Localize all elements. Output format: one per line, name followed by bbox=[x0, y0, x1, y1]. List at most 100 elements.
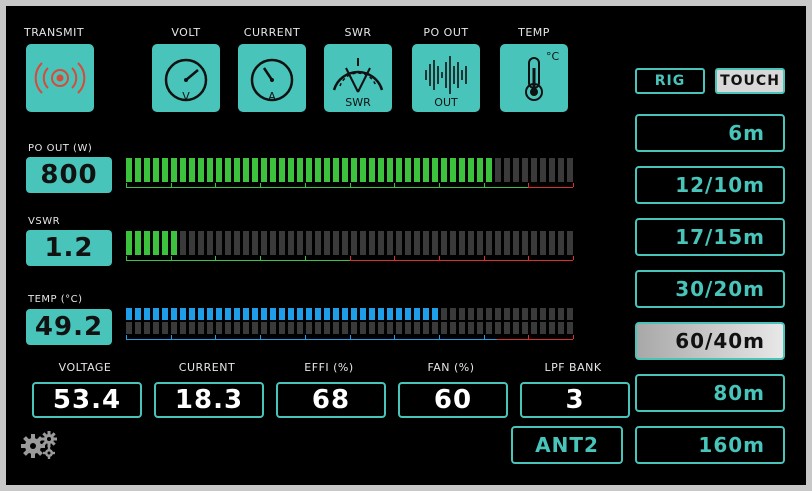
meter-segment bbox=[513, 308, 519, 320]
po-out-label: PO OUT bbox=[423, 26, 469, 39]
meter-segment bbox=[405, 231, 411, 255]
gears-icon[interactable] bbox=[20, 430, 60, 460]
meter-segment bbox=[567, 308, 573, 320]
meter-segment bbox=[333, 231, 339, 255]
meter-scale-line bbox=[350, 260, 573, 261]
meter-segment bbox=[468, 308, 474, 320]
meter-segment bbox=[297, 322, 303, 334]
vswr-value: 1.2 bbox=[26, 230, 112, 266]
meter-segment bbox=[243, 322, 249, 334]
transmit-button[interactable] bbox=[26, 44, 94, 112]
meter-segment bbox=[567, 231, 573, 255]
meter-segment bbox=[252, 231, 258, 255]
meter-segment bbox=[387, 308, 393, 320]
meter-segment bbox=[126, 322, 132, 334]
band-label: 160m bbox=[698, 433, 765, 457]
meter-segment bbox=[225, 158, 231, 182]
temp-button[interactable]: °C bbox=[500, 44, 568, 112]
lpf-bank-readout: 3 bbox=[520, 382, 630, 418]
meter-tick bbox=[528, 256, 529, 260]
meter-segment bbox=[558, 308, 564, 320]
antenna-button[interactable]: ANT2 bbox=[511, 426, 623, 464]
meter-segment bbox=[477, 231, 483, 255]
meter-segment bbox=[540, 308, 546, 320]
meter-segment bbox=[567, 322, 573, 334]
meter-segment bbox=[558, 231, 564, 255]
meter-segment bbox=[234, 322, 240, 334]
meter-segment bbox=[144, 231, 150, 255]
meter-segment bbox=[261, 158, 267, 182]
meter-segment bbox=[279, 231, 285, 255]
meter-segment bbox=[126, 158, 132, 182]
current-label: CURRENT bbox=[243, 26, 301, 39]
meter-segment bbox=[504, 158, 510, 182]
meter-tick bbox=[126, 183, 127, 187]
meter-segment bbox=[486, 231, 492, 255]
meter-segment bbox=[378, 322, 384, 334]
meter-segment bbox=[522, 322, 528, 334]
meter-segment bbox=[171, 158, 177, 182]
volt-button[interactable]: V bbox=[152, 44, 220, 112]
band-button-17-15m[interactable]: 17/15m bbox=[635, 218, 785, 256]
meter-segment bbox=[198, 308, 204, 320]
meter-segment bbox=[477, 308, 483, 320]
meter-segment bbox=[513, 322, 519, 334]
meter-segment bbox=[450, 308, 456, 320]
meter-segment bbox=[207, 158, 213, 182]
meter-segment bbox=[189, 231, 195, 255]
meter-segment bbox=[549, 231, 555, 255]
meter-segment bbox=[432, 231, 438, 255]
meter-segment bbox=[216, 158, 222, 182]
current-button[interactable]: A bbox=[238, 44, 306, 112]
meter-segment bbox=[495, 231, 501, 255]
meter-tick bbox=[350, 335, 351, 339]
meter-segment bbox=[522, 308, 528, 320]
meter-segment bbox=[540, 322, 546, 334]
meter-segment bbox=[306, 322, 312, 334]
meter-segment bbox=[396, 231, 402, 255]
meter-segment bbox=[162, 231, 168, 255]
meter-segment bbox=[468, 231, 474, 255]
meter-tick bbox=[573, 335, 574, 339]
meter-segment bbox=[270, 308, 276, 320]
meter-tick bbox=[260, 335, 261, 339]
temp-meter-label: TEMP (°C) bbox=[28, 294, 83, 305]
rig-mode-button[interactable]: RIG bbox=[635, 68, 705, 94]
meter-segment bbox=[423, 158, 429, 182]
meter-segment bbox=[306, 308, 312, 320]
swr-label: SWR bbox=[344, 26, 372, 39]
meter-segment bbox=[531, 308, 537, 320]
meter-segment bbox=[441, 231, 447, 255]
meter-segment bbox=[450, 322, 456, 334]
po-out-button[interactable]: OUT bbox=[412, 44, 480, 112]
band-button-60-40m[interactable]: 60/40m bbox=[635, 322, 785, 360]
swr-button[interactable]: SWR bbox=[324, 44, 392, 112]
meter-segment bbox=[171, 308, 177, 320]
swr-icon-text: SWR bbox=[345, 96, 371, 109]
meter-segment bbox=[531, 231, 537, 255]
meter-segment bbox=[423, 308, 429, 320]
meter-segment bbox=[549, 322, 555, 334]
band-button-80m[interactable]: 80m bbox=[635, 374, 785, 412]
meter-segment bbox=[252, 322, 258, 334]
meter-segment bbox=[360, 308, 366, 320]
meter-tick bbox=[126, 335, 127, 339]
band-button-160m[interactable]: 160m bbox=[635, 426, 785, 464]
meter-segment bbox=[549, 158, 555, 182]
meter-segment bbox=[432, 308, 438, 320]
meter-segment bbox=[567, 158, 573, 182]
meter-tick bbox=[439, 256, 440, 260]
meter-segment bbox=[441, 308, 447, 320]
meter-segment bbox=[135, 308, 141, 320]
meter-segment bbox=[342, 308, 348, 320]
band-button-6m[interactable]: 6m bbox=[635, 114, 785, 152]
voltage-label: VOLTAGE bbox=[58, 361, 112, 374]
meter-segment bbox=[540, 158, 546, 182]
meter-segment bbox=[333, 158, 339, 182]
meter-segment bbox=[351, 308, 357, 320]
touch-mode-button[interactable]: TOUCH bbox=[715, 68, 785, 94]
voltage-readout: 53.4 bbox=[32, 382, 142, 418]
band-button-30-20m[interactable]: 30/20m bbox=[635, 270, 785, 308]
band-button-12-10m[interactable]: 12/10m bbox=[635, 166, 785, 204]
meter-tick bbox=[305, 183, 306, 187]
